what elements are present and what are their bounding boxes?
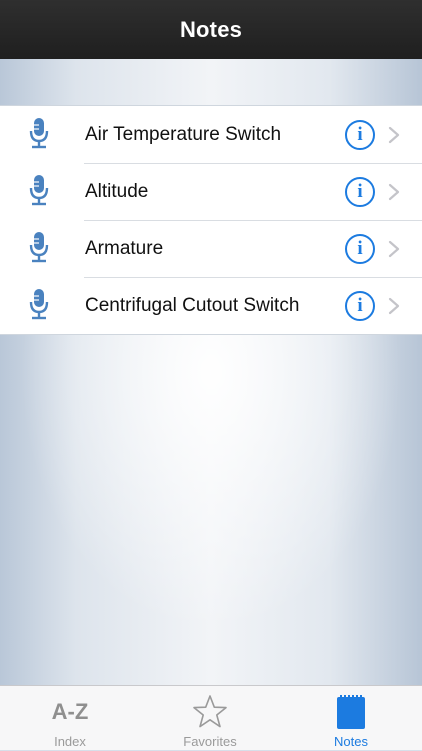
info-circle-icon[interactable]: i <box>345 233 375 264</box>
a-z-icon: A-Z <box>51 699 89 724</box>
list-header-spacer <box>0 59 422 105</box>
tab-label: Favorites <box>183 734 237 749</box>
microphone-icon <box>29 117 49 148</box>
notes-list: Air Temperature Switch i Altitude i Arma… <box>0 105 422 335</box>
notepad-icon <box>337 695 365 729</box>
tab-label: Index <box>54 734 86 749</box>
star-icon <box>193 695 227 728</box>
tab-bar: A-Z Index Favorites Notes <box>0 685 422 750</box>
chevron-right-icon <box>388 240 400 257</box>
tab-favorites[interactable]: Favorites <box>150 686 270 751</box>
note-title: Centrifugal Cutout Switch <box>85 294 300 316</box>
tab-label: Notes <box>334 734 368 749</box>
note-title: Armature <box>85 237 164 259</box>
list-item[interactable]: Altitude i <box>0 163 422 220</box>
info-circle-icon[interactable]: i <box>345 290 375 321</box>
page-title: Notes <box>179 16 243 42</box>
chevron-right-icon <box>388 126 400 143</box>
note-title: Air Temperature Switch <box>85 123 282 145</box>
list-item[interactable]: Air Temperature Switch i <box>0 106 422 163</box>
microphone-icon <box>29 231 49 262</box>
navigation-bar: Notes <box>0 0 422 59</box>
microphone-icon <box>29 288 49 319</box>
info-circle-icon[interactable]: i <box>345 176 375 207</box>
chevron-right-icon <box>388 297 400 314</box>
list-item[interactable]: Armature i <box>0 220 422 277</box>
microphone-icon <box>29 174 49 205</box>
tab-index[interactable]: A-Z Index <box>10 686 130 751</box>
info-circle-icon[interactable]: i <box>345 119 375 150</box>
content-area: Air Temperature Switch i Altitude i Arma… <box>0 59 422 685</box>
chevron-right-icon <box>388 183 400 200</box>
note-title: Altitude <box>85 180 149 202</box>
list-item[interactable]: Centrifugal Cutout Switch i <box>0 277 422 334</box>
tab-notes[interactable]: Notes <box>291 686 411 751</box>
